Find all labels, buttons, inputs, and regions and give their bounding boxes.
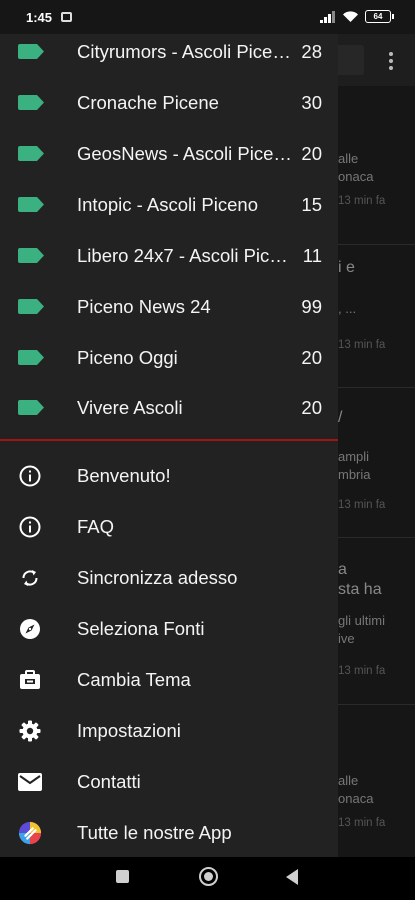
- system-nav-bar: [0, 857, 415, 900]
- source-item[interactable]: Piceno Oggi 20: [0, 332, 338, 383]
- menu-label: Contatti: [77, 770, 141, 792]
- menu-label: Sincronizza adesso: [77, 566, 238, 588]
- feed-card: a sta ha gli ultimi ive 13 min fa: [338, 560, 415, 705]
- tag-icon: [18, 248, 44, 263]
- feed-card: alle onaca 13 min fa: [338, 773, 386, 829]
- menu-item-impostazioni[interactable]: Impostazioni: [0, 705, 338, 756]
- source-item[interactable]: Cityrumors - Ascoli Piceno 28: [0, 34, 338, 77]
- source-label: GeosNews - Ascoli Piceno: [77, 142, 292, 164]
- source-label: Piceno Oggi: [77, 346, 178, 368]
- source-label: Cronache Picene: [77, 91, 219, 113]
- source-count: 20: [301, 142, 322, 164]
- feed-card: i e , ... 13 min fa: [338, 258, 415, 388]
- menu-item-faq[interactable]: FAQ: [0, 501, 338, 552]
- menu-item-benvenuto[interactable]: Benvenuto!: [0, 450, 338, 501]
- menu-label: FAQ: [77, 515, 115, 537]
- tag-icon: [18, 350, 44, 365]
- tag-icon: [18, 400, 44, 415]
- home-button[interactable]: [199, 867, 218, 886]
- source-count: 99: [301, 295, 322, 317]
- menu-item-tutte-le-app[interactable]: Tutte le nostre App: [0, 807, 338, 857]
- menu-item-cambia-tema[interactable]: Cambia Tema: [0, 654, 338, 705]
- source-label: Piceno News 24: [77, 295, 211, 317]
- notification-icon: [61, 12, 72, 22]
- source-count: 15: [301, 193, 322, 215]
- tag-icon: [18, 95, 44, 110]
- navigation-drawer: Cityrumors - Ascoli Piceno 28 Cronache P…: [0, 34, 338, 857]
- status-time: 1:45: [26, 10, 53, 25]
- source-item[interactable]: GeosNews - Ascoli Piceno 20: [0, 128, 338, 179]
- info-icon: [18, 464, 42, 488]
- menu-item-sync[interactable]: Sincronizza adesso: [0, 552, 338, 603]
- section-divider: [0, 439, 338, 441]
- apps-icon: [18, 821, 42, 845]
- source-count: 28: [301, 40, 322, 62]
- battery-icon: 64: [365, 10, 394, 23]
- status-bar: 1:45 64: [0, 0, 415, 34]
- battery-level: 64: [373, 12, 383, 21]
- tag-icon: [18, 197, 44, 212]
- info-icon: [18, 515, 42, 539]
- signal-icon: [320, 10, 335, 23]
- feed-card: alle onaca 13 min fa: [338, 150, 415, 245]
- sync-icon: [18, 566, 42, 590]
- recents-button[interactable]: [116, 870, 129, 883]
- wifi-icon: [343, 11, 358, 22]
- source-count: 20: [301, 396, 322, 418]
- source-count: 30: [301, 91, 322, 113]
- compass-icon: [18, 617, 42, 641]
- overflow-menu-icon: [388, 52, 394, 70]
- menu-label: Seleziona Fonti: [77, 617, 205, 639]
- menu-label: Benvenuto!: [77, 464, 171, 486]
- gear-icon: [18, 719, 42, 743]
- menu-item-seleziona-fonti[interactable]: Seleziona Fonti: [0, 603, 338, 654]
- source-count: 11: [302, 244, 322, 266]
- source-item[interactable]: Intopic - Ascoli Piceno 15: [0, 179, 338, 230]
- theme-icon: [18, 668, 42, 692]
- tag-icon: [18, 146, 44, 161]
- source-label: Intopic - Ascoli Piceno: [77, 193, 258, 215]
- back-button[interactable]: [286, 869, 298, 885]
- menu-label: Impostazioni: [77, 719, 181, 741]
- menu-item-contatti[interactable]: Contatti: [0, 756, 338, 807]
- mail-icon: [18, 770, 42, 794]
- source-count: 20: [301, 346, 322, 368]
- tag-icon: [18, 299, 44, 314]
- source-item[interactable]: Libero 24x7 - Ascoli Piceno 11: [0, 230, 338, 281]
- menu-label: Cambia Tema: [77, 668, 191, 690]
- source-label: Libero 24x7 - Ascoli Piceno: [77, 244, 292, 266]
- source-item[interactable]: Cronache Picene 30: [0, 77, 338, 128]
- source-item[interactable]: Piceno News 24 99: [0, 281, 338, 332]
- menu-label: Tutte le nostre App: [77, 821, 232, 843]
- source-item[interactable]: Vivere Ascoli 20: [0, 382, 338, 433]
- source-label: Cityrumors - Ascoli Piceno: [77, 40, 292, 62]
- feed-card: / ampli mbria 13 min fa: [338, 408, 415, 538]
- source-label: Vivere Ascoli: [77, 396, 183, 418]
- tag-icon: [18, 44, 44, 59]
